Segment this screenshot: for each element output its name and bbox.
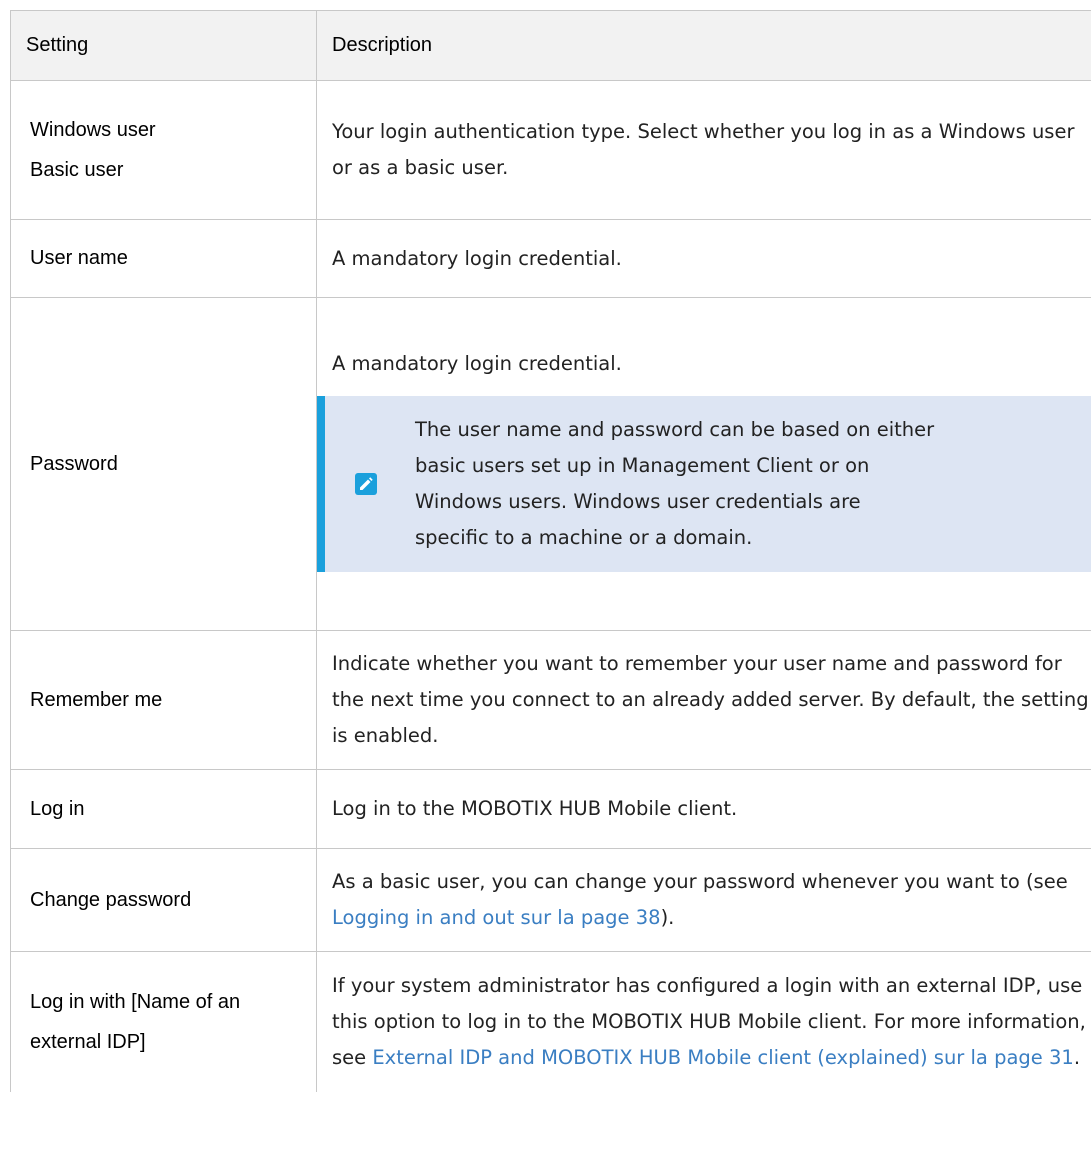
description-cell: If your system administrator has configu…	[316, 951, 1091, 1092]
setting-label: Log in with [Name of an external IDP]	[10, 951, 317, 1092]
note-text: The user name and password can be based …	[415, 418, 935, 549]
setting-label: Change password	[10, 848, 317, 952]
table-row: Log in Log in to the MOBOTIX HUB Mobile …	[10, 769, 1091, 849]
table-row: Log in with [Name of an external IDP] If…	[10, 951, 1091, 1092]
table-row: Password A mandatory login credential. T…	[10, 297, 1091, 631]
setting-label: Basic user	[30, 159, 124, 181]
description-cell: Log in to the MOBOTIX HUB Mobile client.	[316, 769, 1091, 849]
cross-reference-link[interactable]: Logging in and out sur la page 38	[332, 906, 661, 929]
setting-cell: Windows user Basic user	[10, 80, 317, 220]
table-row: User name A mandatory login credential.	[10, 219, 1091, 298]
setting-label: Password	[10, 297, 317, 631]
table-row: Change password As a basic user, you can…	[10, 848, 1091, 952]
table-header-row: Setting Description	[10, 10, 1091, 81]
header-description: Description	[316, 10, 1091, 81]
setting-label: Remember me	[10, 630, 317, 770]
header-setting: Setting	[10, 10, 317, 81]
cross-reference-link[interactable]: External IDP and MOBOTIX HUB Mobile clie…	[372, 1046, 1073, 1069]
description-cell: Your login authentication type. Select w…	[316, 80, 1091, 220]
table-row: Windows user Basic user Your login authe…	[10, 80, 1091, 220]
description-text: A mandatory login credential.	[332, 352, 622, 375]
description-cell: Indicate whether you want to remember yo…	[316, 630, 1091, 770]
description-text: .	[1073, 1045, 1081, 1069]
description-cell: A mandatory login credential.	[316, 219, 1091, 298]
setting-label: Log in	[10, 769, 317, 849]
table-row: Remember me Indicate whether you want to…	[10, 630, 1091, 770]
pencil-icon	[355, 473, 377, 495]
description-text: As a basic user, you can change your pas…	[332, 870, 1068, 893]
settings-table: Setting Description Windows user Basic u…	[10, 10, 1091, 1092]
note-callout: The user name and password can be based …	[317, 396, 1091, 572]
description-cell: A mandatory login credential. The user n…	[316, 297, 1091, 631]
description-text: ).	[660, 906, 675, 929]
description-cell: As a basic user, you can change your pas…	[316, 848, 1091, 952]
setting-label: Windows user	[30, 119, 156, 141]
setting-label: User name	[10, 219, 317, 298]
